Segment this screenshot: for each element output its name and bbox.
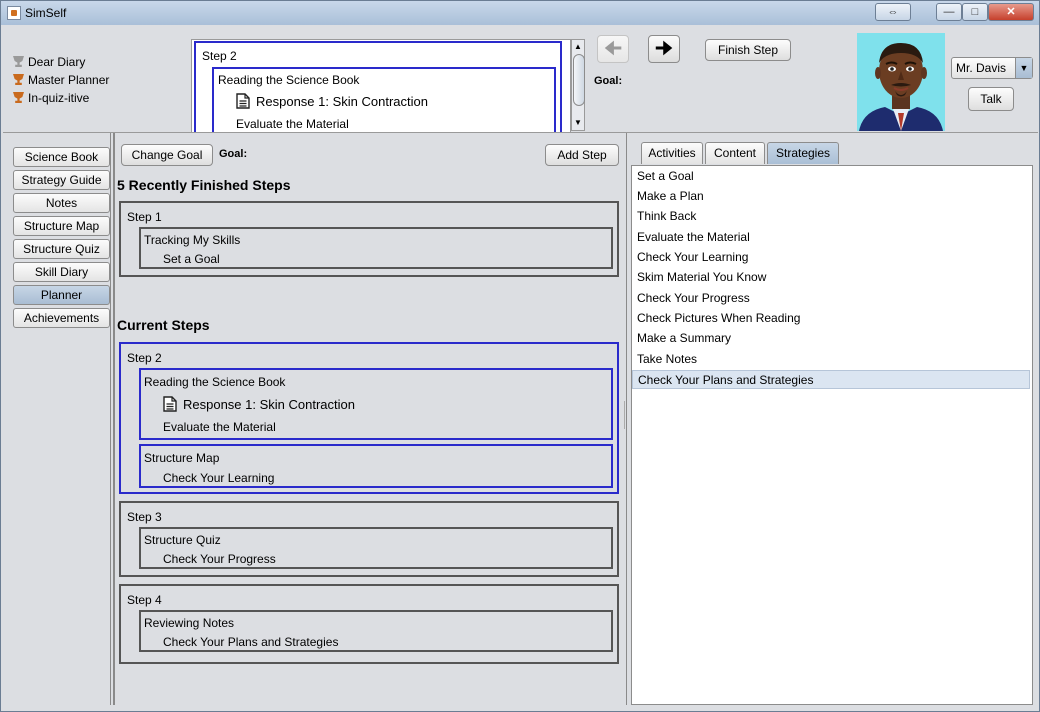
current-step-box[interactable]: Step 3 Structure Quiz Check Your Progres… bbox=[119, 501, 619, 577]
preview-activity: Reading the Science Book bbox=[218, 73, 360, 87]
list-item[interactable]: Check Pictures When Reading bbox=[632, 309, 1030, 328]
list-item[interactable]: Make a Plan bbox=[632, 187, 1030, 206]
list-item[interactable]: Check Your Progress bbox=[632, 289, 1030, 308]
planner-panel: Change Goal Goal: Add Step 5 Recently Fi… bbox=[113, 133, 627, 705]
activity-box[interactable]: Structure Quiz Check Your Progress bbox=[139, 527, 613, 569]
nav-strategy-guide[interactable]: Strategy Guide bbox=[13, 170, 110, 190]
preview-activity-box: Reading the Science Book Response 1: Ski… bbox=[212, 67, 556, 132]
window-title: SimSelf bbox=[25, 6, 67, 20]
strategy-label: Check Your Learning bbox=[163, 471, 275, 485]
list-item[interactable]: Set a Goal bbox=[632, 167, 1030, 186]
add-step-button[interactable]: Add Step bbox=[545, 144, 619, 166]
strategy-label: Evaluate the Material bbox=[163, 420, 276, 434]
document-icon bbox=[236, 93, 250, 109]
step-label: Step 2 bbox=[127, 351, 162, 365]
activity-box[interactable]: Reviewing Notes Check Your Plans and Str… bbox=[139, 610, 613, 652]
current-step-preview: Step 2 Reading the Science Book Response… bbox=[191, 39, 571, 133]
achievement-item: In-quiz-itive bbox=[13, 91, 89, 105]
list-item[interactable]: Think Back bbox=[632, 207, 1030, 226]
minimize-button[interactable]: — bbox=[936, 3, 962, 21]
strategy-label: Check Your Progress bbox=[163, 552, 276, 566]
tab-strategies[interactable]: Strategies bbox=[767, 142, 839, 164]
achievement-item: Dear Diary bbox=[13, 55, 85, 69]
tab-activities[interactable]: Activities bbox=[641, 142, 703, 164]
activity-label: Reviewing Notes bbox=[144, 616, 235, 630]
java-app-icon bbox=[7, 6, 21, 20]
scroll-up-icon[interactable]: ▲ bbox=[574, 42, 582, 51]
back-arrow-icon[interactable]: 🠈 bbox=[597, 35, 629, 63]
trophy-icon bbox=[13, 92, 24, 103]
response-item[interactable]: Response 1: Skin Contraction bbox=[163, 396, 355, 412]
nav-skill-diary[interactable]: Skill Diary bbox=[13, 262, 110, 282]
tab-content[interactable]: Content bbox=[705, 142, 765, 164]
tutor-avatar bbox=[857, 33, 945, 131]
current-step-box[interactable]: Step 4 Reviewing Notes Check Your Plans … bbox=[119, 584, 619, 664]
header-panel: Dear Diary Master Planner In-quiz-itive … bbox=[3, 25, 1038, 133]
list-item[interactable]: Skim Material You Know bbox=[632, 268, 1030, 287]
preview-response[interactable]: Response 1: Skin Contraction bbox=[236, 93, 428, 109]
nav-notes[interactable]: Notes bbox=[13, 193, 110, 213]
activity-box[interactable]: Structure Map Check Your Learning bbox=[139, 444, 613, 488]
close-button[interactable]: ✕ bbox=[988, 3, 1034, 21]
strategy-list: Set a Goal Make a Plan Think Back Evalua… bbox=[631, 165, 1033, 705]
list-item[interactable]: Check Your Learning bbox=[632, 248, 1030, 267]
nav-planner[interactable]: Planner bbox=[13, 285, 110, 305]
trophy-icon bbox=[13, 74, 24, 85]
list-item[interactable]: Evaluate the Material bbox=[632, 228, 1030, 247]
list-item[interactable]: Make a Summary bbox=[632, 329, 1030, 348]
current-step-box[interactable]: Step 2 Reading the Science Book Response… bbox=[119, 342, 619, 494]
talk-button[interactable]: Talk bbox=[968, 87, 1014, 111]
preview-step-box: Step 2 Reading the Science Book Response… bbox=[194, 41, 562, 132]
nav-structure-quiz[interactable]: Structure Quiz bbox=[13, 239, 110, 259]
step-label: Step 1 bbox=[127, 210, 162, 224]
activity-label: Structure Map bbox=[144, 451, 220, 465]
achievement-item: Master Planner bbox=[13, 73, 109, 87]
current-steps-heading: Current Steps bbox=[117, 317, 210, 333]
activity-label: Reading the Science Book bbox=[144, 375, 286, 389]
forward-arrow-icon[interactable]: 🠊 bbox=[648, 35, 680, 63]
preview-strategy: Evaluate the Material bbox=[236, 117, 349, 131]
change-goal-button[interactable]: Change Goal bbox=[121, 144, 213, 166]
nav-structure-map[interactable]: Structure Map bbox=[13, 216, 110, 236]
preview-scrollbar[interactable]: ▲ ▼ bbox=[571, 39, 585, 131]
chevron-down-icon[interactable]: ▼ bbox=[1015, 58, 1032, 78]
planner-goal-label: Goal: bbox=[219, 148, 248, 160]
finished-step-box[interactable]: Step 1 Tracking My Skills Set a Goal bbox=[119, 201, 619, 277]
nav-achievements[interactable]: Achievements bbox=[13, 308, 110, 328]
activity-label: Tracking My Skills bbox=[144, 233, 241, 247]
list-item-selected[interactable]: Check Your Plans and Strategies bbox=[632, 370, 1030, 389]
header-goal-label: Goal: bbox=[594, 75, 623, 87]
list-item[interactable]: Take Notes bbox=[632, 350, 1030, 369]
nav-science-book[interactable]: Science Book bbox=[13, 147, 110, 167]
trophy-icon bbox=[13, 56, 24, 67]
strategy-label: Check Your Plans and Strategies bbox=[163, 635, 339, 649]
tutor-select[interactable]: Mr. Davis ▼ bbox=[951, 57, 1033, 79]
app-window: SimSelf ⇔ — □ ✕ Dear Diary Master Planne… bbox=[0, 0, 1040, 712]
step-label: Step 4 bbox=[127, 593, 162, 607]
activity-box[interactable]: Tracking My Skills Set a Goal bbox=[139, 227, 613, 269]
scroll-down-icon[interactable]: ▼ bbox=[574, 118, 582, 127]
activity-label: Structure Quiz bbox=[144, 533, 221, 547]
document-icon bbox=[163, 396, 177, 412]
tutor-name: Mr. Davis bbox=[956, 61, 1007, 75]
activity-box[interactable]: Reading the Science Book Response 1: Ski… bbox=[139, 368, 613, 440]
strategy-label: Set a Goal bbox=[163, 252, 220, 266]
step-label: Step 3 bbox=[127, 510, 162, 524]
resize-icon[interactable]: ⇔ bbox=[875, 3, 911, 21]
maximize-button[interactable]: □ bbox=[962, 3, 988, 21]
left-navigation: Science Book Strategy Guide Notes Struct… bbox=[3, 133, 111, 705]
finished-steps-heading: 5 Recently Finished Steps bbox=[117, 177, 291, 193]
scroll-thumb[interactable] bbox=[573, 54, 585, 106]
preview-step-label: Step 2 bbox=[202, 49, 237, 63]
finish-step-button[interactable]: Finish Step bbox=[705, 39, 791, 61]
title-bar: SimSelf ⇔ — □ ✕ bbox=[1, 1, 1039, 25]
resource-panel: Activities Content Strategies Set a Goal… bbox=[627, 133, 1037, 705]
